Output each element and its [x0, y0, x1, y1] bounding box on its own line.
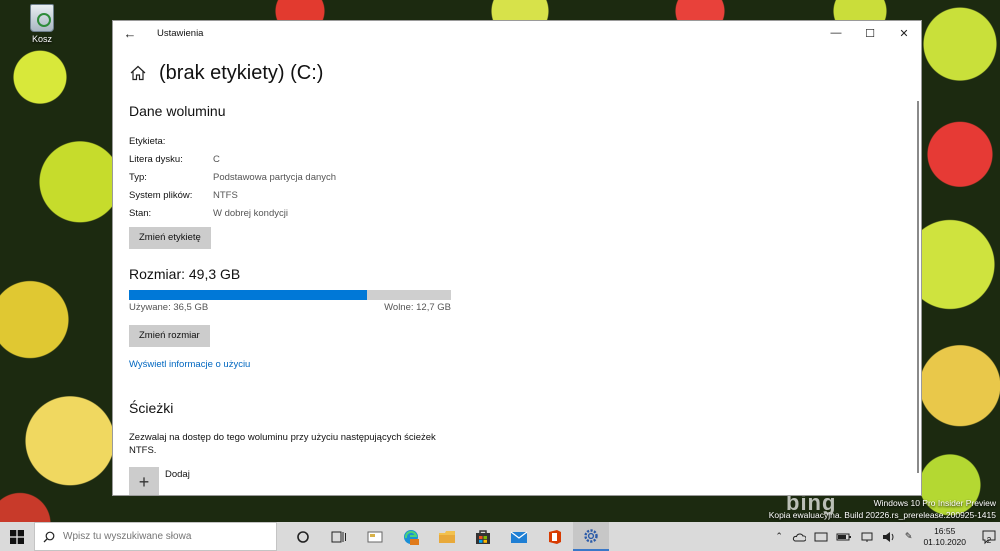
- cortana-button[interactable]: [285, 522, 321, 551]
- property-row: Litera dysku: C: [129, 151, 901, 169]
- paths-section-title: Ścieżki: [129, 400, 174, 416]
- store-icon: [476, 529, 490, 544]
- watermark-build: Kopia ewaluacyjna. Build 20226.rs_prerel…: [768, 510, 996, 520]
- content-area: (brak etykiety) (C:) Dane woluminu Etyki…: [129, 55, 901, 495]
- back-button[interactable]: ←: [113, 21, 147, 45]
- used-space-label: Używane: 36,5 GB: [129, 302, 209, 313]
- cortana-icon: [297, 530, 309, 543]
- taskbar-pinned-apps: [285, 522, 609, 551]
- task-view-button[interactable]: [321, 522, 357, 551]
- onedrive-icon[interactable]: [792, 532, 806, 542]
- build-watermark: Windows 10 Pro Insider Preview Kopia ewa…: [769, 497, 996, 521]
- volume-section-title: Dane woluminu: [129, 103, 226, 119]
- notification-center-button[interactable]: 2: [972, 522, 1000, 551]
- paths-description: Zezwalaj na dostęp do tego woluminu przy…: [129, 432, 436, 456]
- search-input[interactable]: [63, 531, 263, 542]
- usage-bar-fill: [129, 290, 368, 300]
- property-row: Stan: W dobrej kondycji: [129, 205, 901, 223]
- show-hidden-icons-chevron-up-icon[interactable]: ⌃: [775, 531, 783, 542]
- clock[interactable]: 16:55 01.10.2020: [923, 526, 966, 548]
- change-label-button[interactable]: Zmień etykietę: [129, 227, 211, 249]
- property-row: Etykieta:: [129, 133, 901, 151]
- widgets-icon: [367, 531, 383, 542]
- recycle-bin-desktop-icon[interactable]: Kosz: [22, 4, 62, 44]
- edge-button[interactable]: [393, 522, 429, 551]
- property-key: Stan:: [129, 208, 152, 219]
- property-key: Litera dysku:: [129, 154, 183, 165]
- add-path-button[interactable]: +: [129, 467, 159, 495]
- property-key: Etykieta:: [129, 136, 166, 147]
- widgets-button[interactable]: [357, 522, 393, 551]
- property-key: System plików:: [129, 190, 193, 201]
- task-view-icon: [331, 531, 346, 542]
- plus-icon: +: [138, 471, 150, 492]
- pen-ink-icon[interactable]: ✎: [905, 531, 913, 542]
- volume-properties: Etykieta: Litera dysku: C Typ: Podstawow…: [129, 133, 901, 223]
- settings-button[interactable]: [573, 522, 609, 551]
- settings-icon: [584, 528, 598, 543]
- property-row: Typ: Podstawowa partycja danych: [129, 169, 901, 187]
- mail-icon: [510, 531, 528, 543]
- property-value: Podstawowa partycja danych: [213, 172, 337, 183]
- office-icon: [549, 529, 561, 544]
- property-key: Typ:: [129, 172, 147, 183]
- watermark-edition: Windows 10 Pro Insider Preview: [873, 498, 996, 508]
- file-explorer-button[interactable]: [429, 522, 465, 551]
- clock-time: 16:55: [934, 525, 956, 536]
- minimize-button[interactable]: —: [819, 21, 853, 45]
- scrollbar[interactable]: [917, 101, 919, 473]
- taskbar-app-icon[interactable]: [814, 531, 828, 543]
- battery-icon[interactable]: [836, 532, 852, 542]
- app-title: Ustawienia: [157, 27, 204, 39]
- title-bar[interactable]: ← Ustawienia — ☐ ✕: [113, 21, 921, 45]
- recycle-bin-icon: [30, 4, 54, 32]
- page-title: (brak etykiety) (C:): [159, 61, 324, 84]
- home-icon[interactable]: [129, 64, 147, 82]
- maximize-button[interactable]: ☐: [853, 21, 887, 45]
- store-button[interactable]: [465, 522, 501, 551]
- search-icon: [43, 531, 55, 542]
- recycle-bin-label: Kosz: [31, 34, 52, 44]
- close-button[interactable]: ✕: [887, 21, 921, 45]
- size-title: Rozmiar: 49,3 GB: [129, 266, 241, 282]
- free-space-label: Wolne: 12,7 GB: [384, 302, 451, 313]
- add-path-row[interactable]: + Dodaj: [129, 467, 901, 495]
- page-header: (brak etykiety) (C:): [129, 55, 901, 91]
- office-button[interactable]: [537, 522, 573, 551]
- property-value: NTFS: [213, 190, 238, 201]
- system-tray: ⌃ ✎ 16:55 01.10.2020 2: [770, 522, 1000, 551]
- property-value: C: [213, 154, 220, 165]
- usage-info-link[interactable]: Wyświetl informacje o użyciu: [129, 359, 901, 370]
- file-explorer-icon: [439, 530, 455, 543]
- clock-date: 01.10.2020: [923, 536, 966, 547]
- network-icon[interactable]: [860, 531, 874, 543]
- taskbar: ⌃ ✎ 16:55 01.10.2020 2: [0, 522, 1000, 551]
- mail-button[interactable]: [501, 522, 537, 551]
- property-value: W dobrej kondycji: [213, 208, 288, 219]
- settings-window: ← Ustawienia — ☐ ✕ (brak etykiety) (C:) …: [112, 20, 922, 496]
- notification-count-badge: 2: [986, 536, 992, 545]
- window-controls: — ☐ ✕: [819, 21, 921, 45]
- taskbar-search[interactable]: [34, 522, 277, 551]
- resize-button[interactable]: Zmień rozmiar: [129, 325, 210, 347]
- add-path-label: Dodaj: [165, 469, 190, 480]
- usage-labels: Używane: 36,5 GB Wolne: 12,7 GB: [129, 302, 451, 313]
- usage-bar: [129, 290, 451, 300]
- windows-start-icon: [10, 529, 24, 544]
- volume-icon[interactable]: [882, 531, 896, 543]
- property-row: System plików: NTFS: [129, 187, 901, 205]
- start-button[interactable]: [0, 522, 34, 551]
- edge-icon: [404, 529, 419, 545]
